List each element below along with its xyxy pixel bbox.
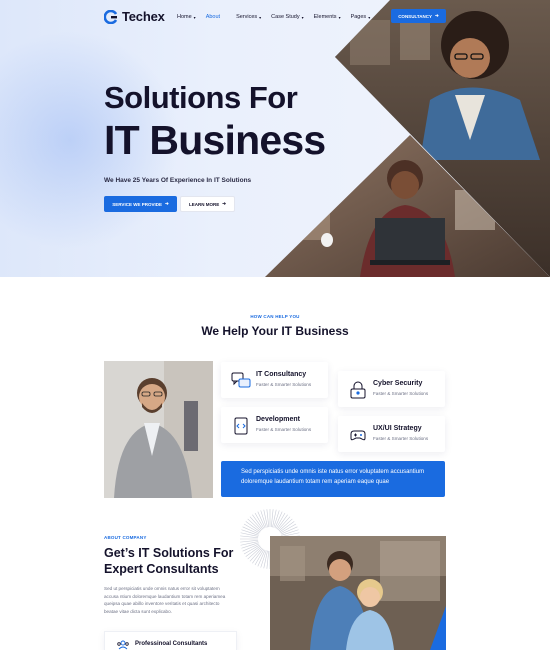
chevron-down-icon: ▾ [259,14,262,20]
main-nav: Home ▾ About Services ▾ Case Study ▾ Elemen… [177,14,370,20]
consultancy-button[interactable]: CONSULTANCY ➔ [391,9,446,23]
hero-title-line2: IT Business [104,117,326,163]
logo-icon [104,9,118,24]
nav-pages[interactable]: Pages ▾ [351,14,371,20]
about-text-line: Sed ut perspiciatis unde omnis natus err… [104,586,220,591]
about-text-line: accusa ntium doloremque laudantium totam… [104,593,226,599]
about-text-line: queipsa quae abillo inventore veritatis … [104,601,220,606]
nav-label: Case Study [271,14,300,20]
team-photo [270,536,446,650]
arrow-right-icon: ➔ [222,201,227,206]
consultancy-button-label: CONSULTANCY [398,13,433,19]
arrow-right-icon: ➔ [435,13,439,18]
arrow-right-icon: ➔ [164,201,169,206]
logo-text: Techex [122,9,165,24]
chevron-down-icon: ▾ [193,14,196,20]
about-title-line2: Expert Consultants [104,562,219,576]
about-description: Sed ut perspiciatis unde omnis natus err… [104,585,244,615]
nav-about[interactable]: About [206,14,220,20]
about-eyebrow: ABOUT COMPANY [104,535,147,540]
services-title: We Help Your IT Business [201,324,349,338]
nav-elements[interactable]: Elements ▾ [314,14,341,20]
service-title: Development [256,416,300,423]
hero-subtitle: We Have 25 Years Of Experience In IT Sol… [104,177,252,184]
lock-icon [350,381,366,399]
chevron-down-icon: ▾ [368,14,371,20]
services-eyebrow: HOW CAN HELP YOU [250,314,300,319]
hero-title: Solutions For IT Business [104,80,326,163]
service-card-ux-ui-strategy[interactable]: UX/UI Strategy Faster & Smarter Solution… [338,416,445,452]
service-button-label: SERVICE WE PROVIDE [112,201,162,207]
hero-title-line1: Solutions For [104,80,298,115]
learn-more-label: LEARN MORE [188,201,220,207]
service-subtitle: Faster & Smarter Solutions [373,391,429,396]
about-title: Get’s IT Solutions For Expert Consultant… [104,545,233,577]
service-we-provide-button[interactable]: SERVICE WE PROVIDE ➔ [104,196,177,212]
service-title: Cyber Security [373,380,423,387]
about-text-line: beatae vitae dicta sunt explicabo. [104,608,172,614]
nav-label: Services [236,14,258,20]
learn-more-button[interactable]: LEARN MORE ➔ [180,196,235,212]
chat-icon [231,372,251,388]
service-card-cyber-security[interactable]: Cyber Security Faster & Smarter Solution… [338,371,445,407]
service-title: IT Consultancy [256,371,307,378]
nav-home[interactable]: Home ▾ [177,14,196,20]
nav-services[interactable]: Services ▾ [236,14,261,20]
nav-case-study[interactable]: Case Study ▾ [271,14,303,20]
gamepad-icon [350,430,366,441]
nav-label: Pages [350,14,367,20]
code-icon [234,417,248,435]
chevron-down-icon: ▾ [301,14,304,20]
feature-professional-consultants[interactable]: Professinoal Consultants [104,631,237,650]
logo[interactable]: Techex [104,9,165,24]
service-subtitle: Faster & Smarter Solutions [256,427,312,432]
service-title: UX/UI Strategy [373,425,422,432]
service-card-development[interactable]: Development Faster & Smarter Solutions [221,407,328,443]
nav-label: Elements [313,14,337,20]
feature-label: Professinoal Consultants [135,641,208,647]
chevron-down-icon: ▾ [338,14,341,20]
service-card-it-consultancy[interactable]: IT Consultancy Faster & Smarter Solution… [221,362,328,398]
users-icon [117,640,129,650]
nav-label: About [205,14,221,20]
banner-line: Sed perspiciatis unde omnis iste natus e… [241,469,425,475]
about-title-line1: Get’s IT Solutions For [104,546,234,560]
nav-label: Home [177,14,192,20]
banner-line: doloremque laudantium totam rem aperiam … [241,479,390,485]
service-subtitle: Faster & Smarter Solutions [256,382,312,387]
services-banner: Sed perspiciatis unde omnis iste natus e… [221,461,445,497]
consultant-photo [104,361,213,498]
service-subtitle: Faster & Smarter Solutions [373,436,429,441]
hero-section: Techex Home ▾ About Services ▾ Case Study ▾… [0,0,550,277]
